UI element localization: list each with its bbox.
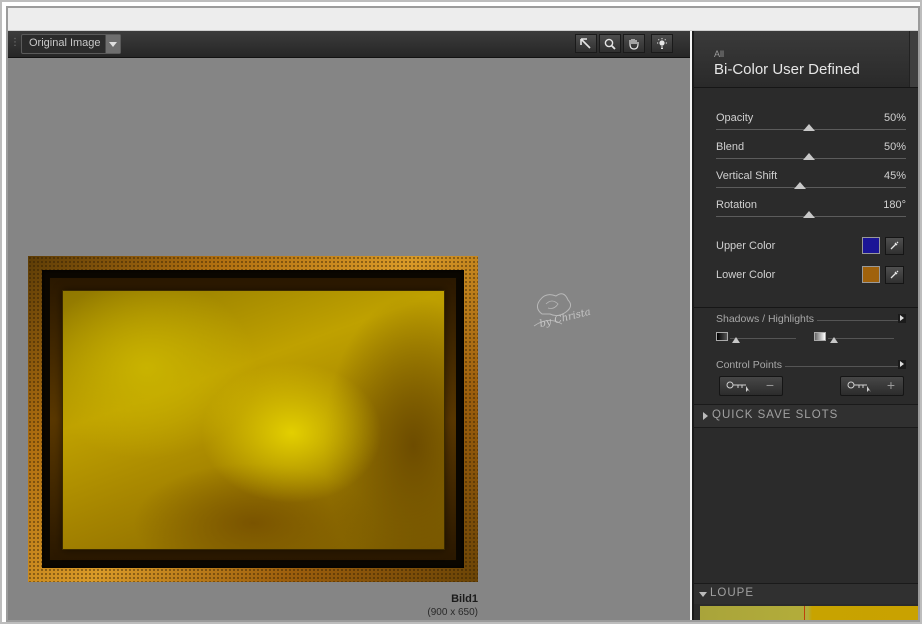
watermark-text: by Christa: [538, 307, 592, 330]
vertical-shift-slider[interactable]: Vertical Shift 45%: [716, 170, 906, 198]
section-divider: [694, 307, 918, 308]
loupe-preview: [700, 606, 918, 620]
blend-slider[interactable]: Blend 50%: [716, 141, 906, 169]
slider-thumb[interactable]: [803, 124, 815, 131]
filter-title: Bi-Color User Defined: [714, 61, 860, 78]
eyedropper-icon: [890, 241, 899, 250]
quick-save-label: QUICK SAVE SLOTS: [712, 409, 839, 421]
shadows-icon: [716, 332, 728, 341]
arrow-tool-icon: [580, 38, 591, 49]
slider-value: 45%: [883, 170, 906, 182]
toolbar: ⋮ Original Image: [8, 31, 690, 58]
minus-icon: −: [765, 377, 774, 393]
slider-track[interactable]: [716, 187, 906, 188]
header-scrollbar[interactable]: [909, 31, 918, 87]
slider-thumb[interactable]: [830, 337, 838, 343]
preview-image: [28, 256, 478, 582]
expand-arrow-icon[interactable]: [898, 360, 906, 369]
slider-label: Opacity: [716, 112, 754, 124]
light-tool-button[interactable]: [651, 34, 673, 53]
title-bar: [8, 8, 918, 31]
color-label: Upper Color: [716, 240, 776, 252]
image-content: [62, 290, 445, 550]
eyedropper-icon: [890, 270, 899, 279]
watermark-logo: by Christa: [533, 293, 592, 330]
control-point-minus-icon: [726, 381, 750, 392]
rotation-slider[interactable]: Rotation 180°: [716, 199, 906, 227]
slider-label: Blend: [716, 141, 745, 153]
chevron-down-icon[interactable]: [105, 35, 120, 53]
slider-label: Rotation: [716, 199, 757, 211]
quick-save-slots-header[interactable]: QUICK SAVE SLOTS: [694, 404, 918, 428]
zoom-tool-icon: [604, 38, 616, 50]
upper-color-swatch[interactable]: [862, 237, 880, 254]
slider-value: 50%: [883, 112, 906, 124]
control-points-section[interactable]: Control Points: [716, 359, 906, 373]
slider-thumb[interactable]: [803, 153, 815, 160]
lower-color-row: Lower Color: [716, 266, 904, 286]
hand-tool-icon: [629, 39, 639, 50]
loupe-label: LOUPE: [710, 587, 754, 599]
highlights-icon: [814, 332, 826, 341]
shadows-highlights-section[interactable]: Shadows / Highlights: [716, 313, 906, 327]
arrow-tool-button[interactable]: [575, 34, 597, 53]
view-mode-label: Original Image: [29, 37, 101, 49]
preview-canvas[interactable]: Bild1 (900 x 650) by Christa: [8, 58, 690, 620]
lower-color-picker-button[interactable]: [885, 266, 904, 284]
section-label: Shadows / Highlights: [716, 313, 818, 325]
image-name: Bild1: [451, 593, 478, 605]
slider-thumb[interactable]: [803, 211, 815, 218]
slider-label: Vertical Shift: [716, 170, 778, 182]
control-point-plus-icon: [847, 381, 871, 392]
slider-value: 50%: [883, 141, 906, 153]
remove-control-point-button[interactable]: −: [719, 376, 783, 396]
add-control-point-button[interactable]: +: [840, 376, 904, 396]
hand-tool-button[interactable]: [623, 34, 645, 53]
opacity-slider[interactable]: Opacity 50%: [716, 112, 906, 140]
section-label: Control Points: [716, 359, 785, 371]
image-size: (900 x 650): [427, 607, 478, 618]
expand-arrow-icon[interactable]: [898, 314, 906, 323]
shadows-slider[interactable]: [716, 332, 800, 346]
window-outer-frame: ⋮ Original Image Bild1 (900 x 650) by Ch…: [0, 0, 922, 624]
collapse-arrow-icon: [699, 592, 707, 597]
slider-thumb[interactable]: [732, 337, 740, 343]
view-mode-select[interactable]: Original Image: [21, 34, 121, 54]
color-label: Lower Color: [716, 269, 776, 281]
toolbar-grip-icon: ⋮: [10, 37, 20, 48]
zoom-tool-button[interactable]: [599, 34, 621, 53]
lower-color-swatch[interactable]: [862, 266, 880, 283]
expand-arrow-icon: [703, 412, 708, 420]
plus-icon: +: [886, 377, 895, 393]
loupe-header[interactable]: LOUPE: [694, 583, 918, 604]
highlights-slider[interactable]: [814, 332, 898, 346]
app-window: ⋮ Original Image Bild1 (900 x 650) by Ch…: [6, 6, 920, 622]
breadcrumb[interactable]: All: [714, 49, 724, 59]
loupe-split-marker: [804, 606, 805, 620]
light-tool-icon: [657, 38, 667, 49]
filter-panel: All Bi-Color User Defined Opacity 50% Bl…: [692, 31, 918, 620]
slider-thumb[interactable]: [794, 182, 806, 189]
upper-color-picker-button[interactable]: [885, 237, 904, 255]
upper-color-row: Upper Color: [716, 237, 904, 257]
filter-header: All Bi-Color User Defined: [694, 31, 918, 88]
slider-value: 180°: [883, 199, 906, 211]
